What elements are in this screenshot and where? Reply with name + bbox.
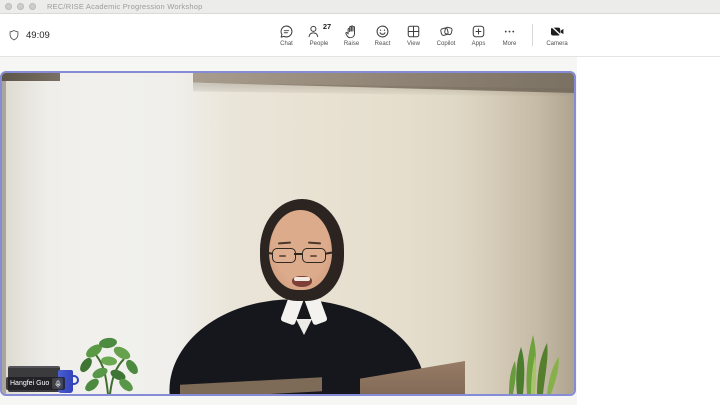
glasses-lens-right (302, 248, 326, 263)
glasses-bridge (294, 253, 303, 255)
mic-icon (54, 380, 62, 388)
people-label: People (310, 41, 329, 47)
glasses-lens-left (272, 248, 296, 263)
meeting-controls: Chat 27 People Raise (271, 14, 574, 56)
raise-hand-label: Raise (344, 41, 359, 47)
more-label: More (503, 41, 517, 47)
participant-name-tag: Hangfei Guo (6, 377, 65, 390)
participant-video-tile[interactable]: Hangfei Guo (0, 71, 576, 396)
react-smiley-icon (375, 24, 390, 39)
plant-right (503, 325, 565, 394)
window-title: REC/RISE Academic Progression Workshop (47, 2, 202, 11)
view-grid-icon (406, 24, 421, 39)
copilot-button[interactable]: Copilot (429, 24, 463, 47)
react-label: React (375, 41, 391, 47)
meeting-toolbar: 49:09 Chat 27 People (0, 14, 720, 57)
copilot-label: Copilot (437, 41, 456, 47)
wall-edge (2, 73, 6, 394)
people-icon (307, 24, 322, 39)
meeting-timer[interactable]: 49:09 (8, 14, 50, 56)
participant-name: Hangfei Guo (10, 377, 49, 390)
chat-label: Chat (280, 41, 293, 47)
chat-icon (279, 24, 294, 39)
apps-plus-icon (471, 24, 486, 39)
window-titlebar: REC/RISE Academic Progression Workshop (0, 0, 720, 14)
camera-button[interactable]: Camera (540, 24, 574, 47)
copilot-icon (439, 24, 454, 39)
chat-button[interactable]: Chat (271, 24, 302, 47)
camera-label: Camera (546, 41, 567, 47)
react-button[interactable]: React (367, 24, 398, 47)
zoom-window-button[interactable] (29, 3, 36, 10)
close-window-button[interactable] (5, 3, 12, 10)
apps-button[interactable]: Apps (463, 24, 494, 47)
raise-hand-button[interactable]: Raise (336, 24, 367, 47)
shield-icon (8, 29, 20, 41)
meeting-timer-value: 49:09 (26, 30, 50, 41)
more-ellipsis-icon (502, 24, 517, 39)
view-button[interactable]: View (398, 24, 429, 47)
raise-hand-icon (344, 24, 359, 39)
plant-left (70, 331, 146, 394)
toolbar-divider (532, 24, 533, 46)
people-button[interactable]: 27 People (302, 24, 336, 47)
person-teeth (294, 277, 310, 281)
more-button[interactable]: More (494, 24, 525, 47)
camera-icon (549, 24, 565, 39)
ceiling-beam-left (2, 73, 60, 81)
apps-label: Apps (472, 41, 486, 47)
window-controls (5, 3, 36, 10)
people-count-badge: 27 (323, 23, 331, 31)
minimize-window-button[interactable] (17, 3, 24, 10)
mic-chip (52, 378, 63, 389)
meeting-stage: Hangfei Guo (0, 57, 577, 405)
view-label: View (407, 41, 420, 47)
